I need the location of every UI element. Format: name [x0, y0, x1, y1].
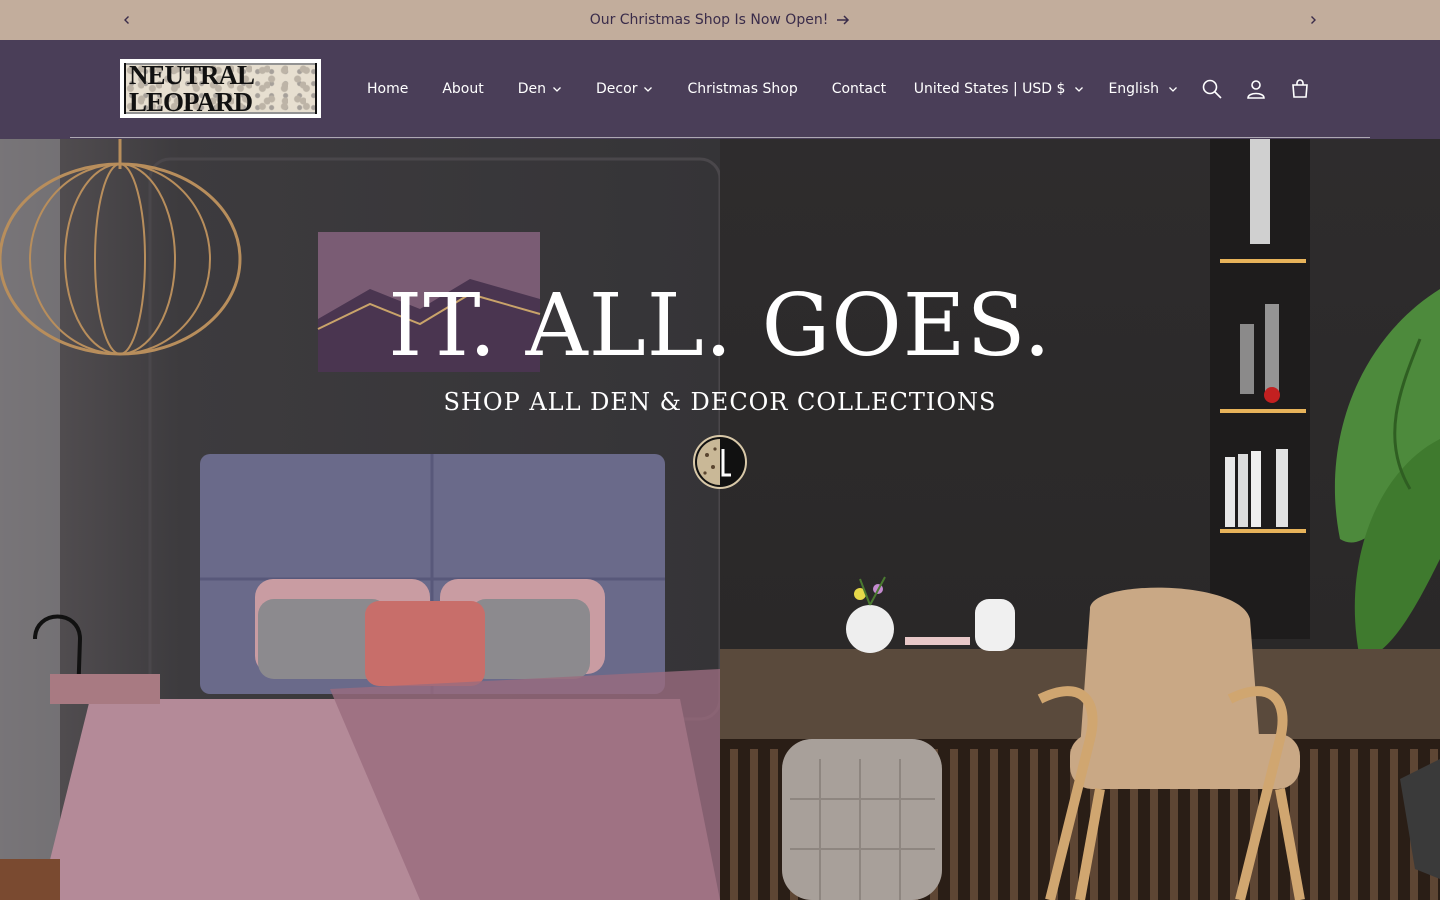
- hero-text: IT. ALL. GOES. SHOP ALL DEN & DECOR COLL…: [0, 279, 1440, 416]
- account-button[interactable]: [1234, 67, 1278, 111]
- nav-den[interactable]: Den: [501, 81, 579, 97]
- account-icon: [1247, 79, 1265, 99]
- hero-title: IT. ALL. GOES.: [388, 276, 1052, 376]
- cart-button[interactable]: [1278, 67, 1322, 111]
- announcement-bar: Our Christmas Shop Is Now Open!: [0, 0, 1440, 40]
- country-selector[interactable]: United States | USD $: [902, 81, 1097, 97]
- hero-bedroom-image: [0, 139, 722, 900]
- arrow-right-icon: [837, 15, 850, 25]
- header-divider: [70, 137, 1370, 138]
- cart-icon: [1292, 78, 1308, 98]
- chevron-right-icon: [1311, 16, 1316, 24]
- logo-text: NEUTRAL LEOPARD: [126, 61, 315, 116]
- nav-label: Decor: [596, 80, 638, 97]
- livingroom-illustration: [720, 139, 1440, 900]
- leopard-pattern: NEUTRAL LEOPARD: [124, 61, 317, 116]
- search-icon: [1202, 79, 1222, 99]
- nav-label: Den: [517, 80, 547, 97]
- nav-label: Contact: [831, 80, 887, 97]
- bedroom-illustration: [0, 139, 722, 900]
- announcement-next-button[interactable]: [1293, 0, 1333, 40]
- nav-decor[interactable]: Decor: [579, 81, 670, 97]
- nav-label: Christmas Shop: [687, 80, 798, 97]
- logo-badge-icon: [693, 435, 747, 489]
- announcement-link[interactable]: Our Christmas Shop Is Now Open!: [590, 12, 851, 28]
- site-header: NEUTRAL LEOPARD Home About Den Decor Chr…: [0, 40, 1440, 139]
- announcement-message: Our Christmas Shop Is Now Open!: [589, 12, 829, 28]
- main-nav: Home About Den Decor Christmas Shop Cont…: [350, 40, 903, 137]
- hero-banner[interactable]: IT. ALL. GOES. SHOP ALL DEN & DECOR COLL…: [0, 139, 1440, 900]
- hero-subtitle: SHOP ALL DEN & DECOR COLLECTIONS: [443, 387, 997, 416]
- chevron-down-icon: [1169, 86, 1177, 92]
- nav-contact[interactable]: Contact: [815, 81, 903, 97]
- chevron-left-icon: [124, 16, 129, 24]
- nav-label: Home: [367, 80, 409, 97]
- language-label: English: [1108, 80, 1159, 97]
- header-tools: United States | USD $ English: [902, 40, 1322, 137]
- language-selector[interactable]: English: [1096, 81, 1190, 97]
- chevron-down-icon: [1075, 86, 1084, 92]
- hero-livingroom-image: [720, 139, 1440, 900]
- store-logo[interactable]: NEUTRAL LEOPARD: [120, 59, 321, 118]
- chevron-down-icon: [553, 86, 561, 92]
- nav-about[interactable]: About: [425, 81, 500, 97]
- chevron-down-icon: [644, 86, 653, 92]
- search-button[interactable]: [1190, 67, 1234, 111]
- nav-label: About: [442, 80, 484, 97]
- announcement-prev-button[interactable]: [107, 0, 147, 40]
- country-label: United States | USD $: [913, 80, 1066, 97]
- nav-christmas-shop[interactable]: Christmas Shop: [670, 81, 814, 97]
- nav-home[interactable]: Home: [350, 81, 425, 97]
